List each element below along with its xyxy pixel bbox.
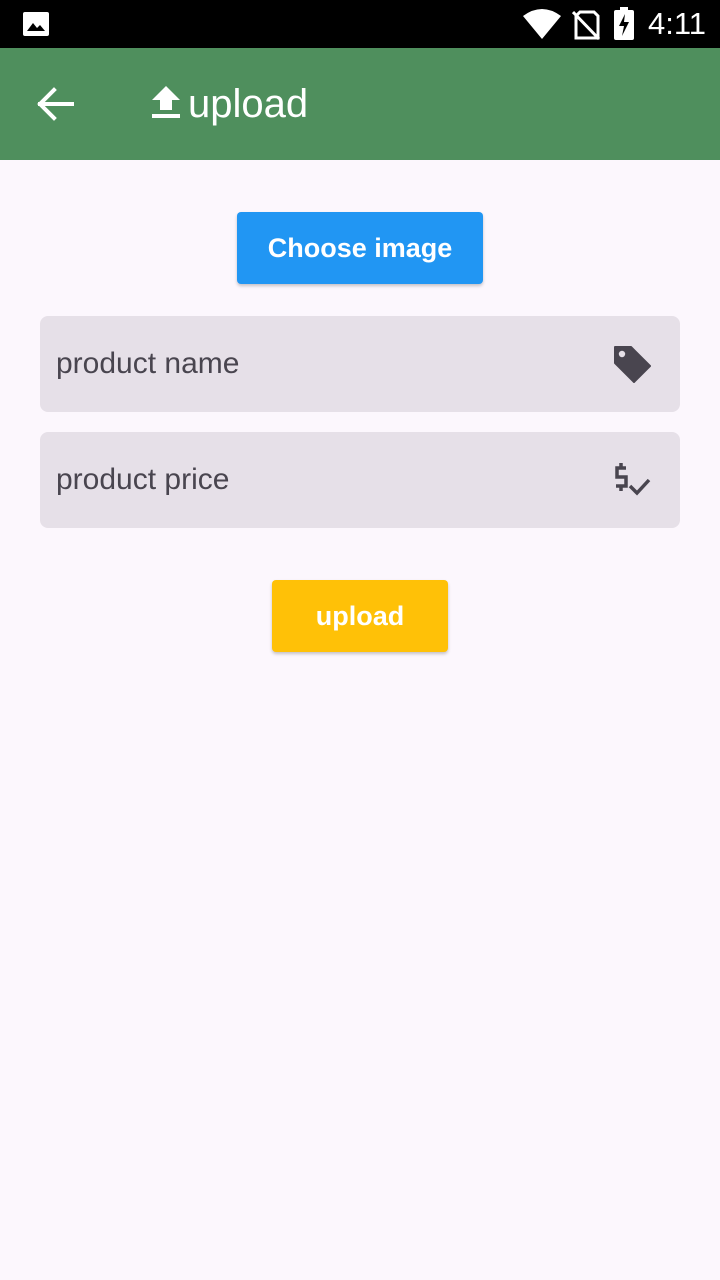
price-check-icon — [615, 463, 651, 496]
battery-charging-icon — [614, 7, 634, 40]
no-sim-icon — [572, 10, 600, 40]
product-name-field[interactable]: product name — [40, 316, 680, 412]
page-title: upload — [188, 82, 309, 126]
gallery-icon — [23, 12, 49, 36]
tag-icon — [614, 346, 651, 383]
product-price-field[interactable]: product price — [40, 432, 680, 528]
product-price-placeholder: product price — [56, 463, 230, 496]
upload-icon — [152, 86, 180, 118]
choose-image-button[interactable]: Choose image — [237, 212, 483, 284]
arrow-back-icon[interactable] — [36, 86, 76, 122]
app-bar: upload — [0, 48, 720, 160]
upload-button[interactable]: upload — [272, 580, 448, 652]
status-time: 4:11 — [648, 6, 707, 41]
status-bar: 4:11 — [0, 0, 720, 48]
wifi-icon — [523, 9, 561, 39]
product-name-placeholder: product name — [56, 347, 240, 380]
